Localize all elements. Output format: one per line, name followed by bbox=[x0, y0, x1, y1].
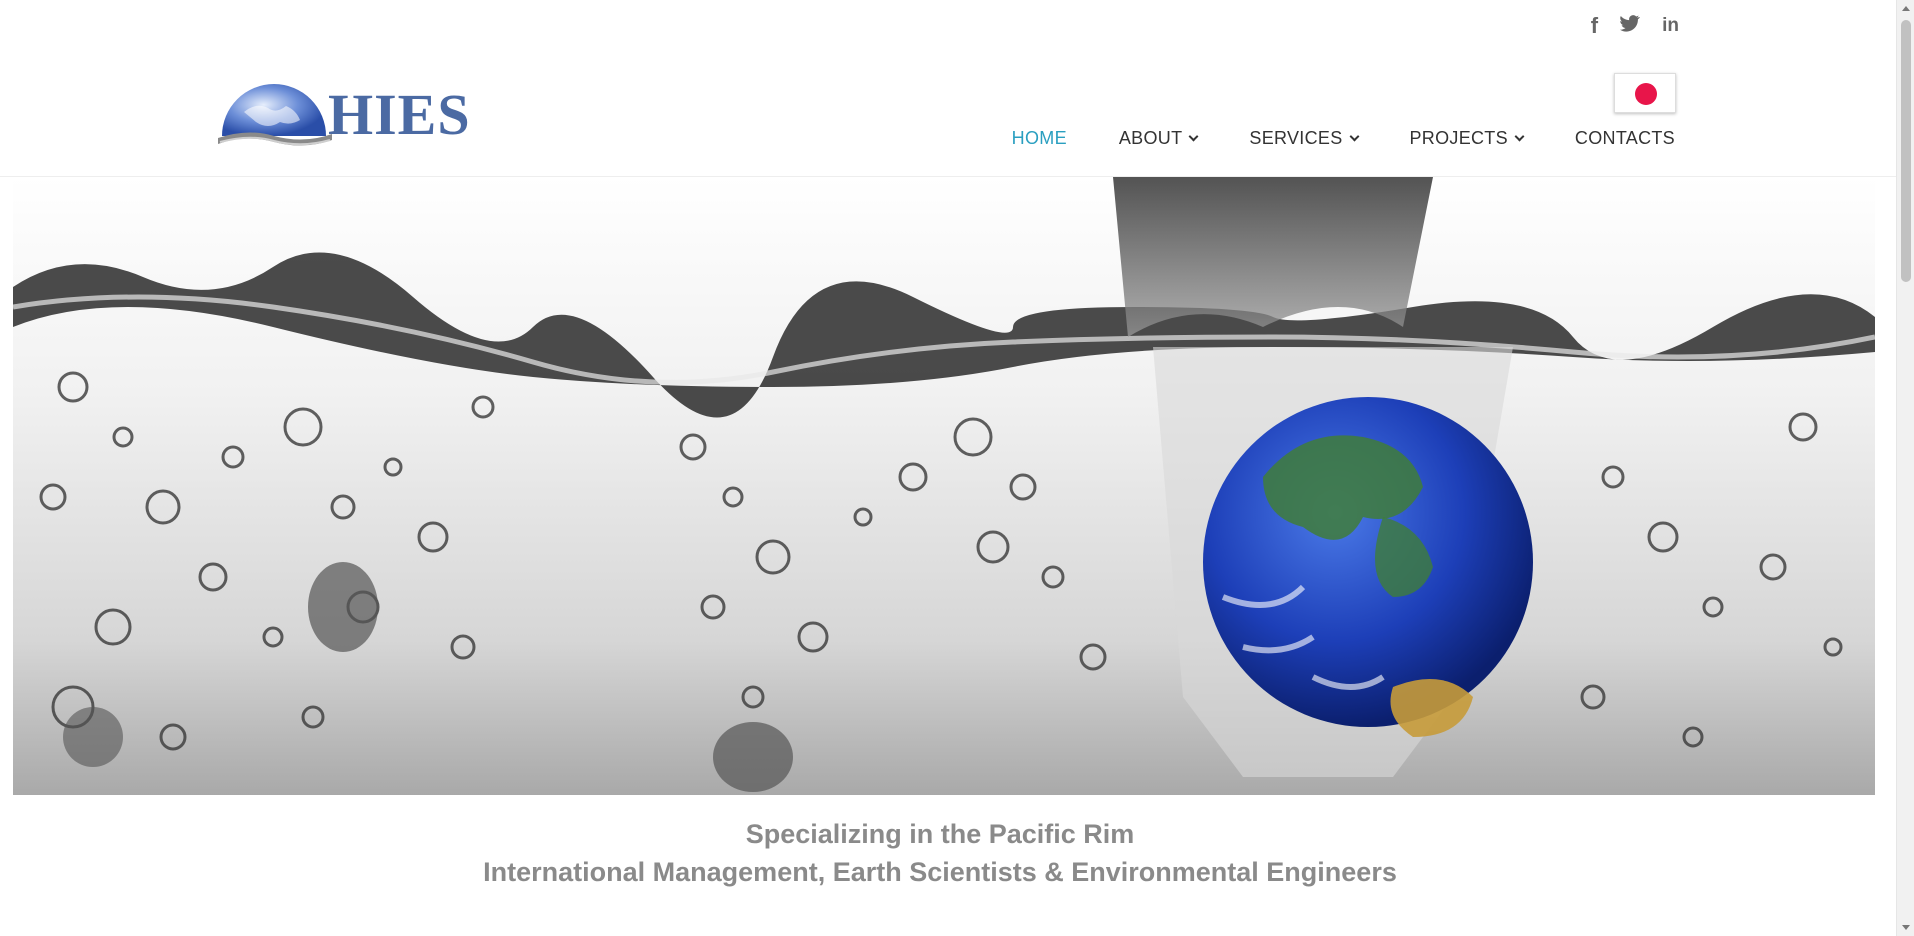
facebook-icon[interactable]: f bbox=[1591, 14, 1598, 38]
tagline: Specializing in the Pacific Rim Internat… bbox=[0, 815, 1880, 891]
scroll-down-arrow-icon[interactable] bbox=[1902, 925, 1910, 930]
nav-about-label: ABOUT bbox=[1118, 128, 1183, 148]
nav-home[interactable]: HOME bbox=[1012, 128, 1067, 149]
page-scrollbar[interactable] bbox=[1896, 0, 1914, 936]
chevron-down-icon bbox=[1514, 131, 1525, 142]
nav-projects[interactable]: PROJECTS bbox=[1409, 128, 1525, 149]
hero-banner-image bbox=[13, 177, 1875, 795]
nav-contacts[interactable]: CONTACTS bbox=[1575, 128, 1675, 149]
nav-contacts-label: CONTACTS bbox=[1574, 128, 1675, 148]
nav-about[interactable]: ABOUT bbox=[1118, 128, 1199, 149]
chevron-down-icon bbox=[1349, 131, 1359, 142]
social-links: f in bbox=[1591, 14, 1679, 38]
japan-flag-icon[interactable] bbox=[1614, 73, 1676, 113]
scrollbar-thumb[interactable] bbox=[1901, 20, 1911, 282]
globe-logo-icon bbox=[218, 84, 332, 146]
nav-services[interactable]: SERVICES bbox=[1249, 128, 1359, 149]
nav-home-label: HOME bbox=[1011, 128, 1067, 148]
nav-services-label: SERVICES bbox=[1249, 128, 1343, 148]
water-splash-globe-illustration bbox=[13, 177, 1875, 792]
tagline-line-1: Specializing in the Pacific Rim bbox=[745, 819, 1135, 849]
linkedin-icon[interactable]: in bbox=[1662, 14, 1679, 38]
twitter-icon[interactable] bbox=[1620, 14, 1641, 38]
tagline-line-2: International Management, Earth Scientis… bbox=[483, 857, 1397, 887]
main-navigation: HOME ABOUT SERVICES PROJECTS CONTACTS bbox=[960, 128, 1675, 149]
logo-text: HIES bbox=[328, 81, 471, 147]
flag-sun bbox=[1635, 83, 1657, 105]
chevron-down-icon bbox=[1188, 131, 1199, 142]
nav-projects-label: PROJECTS bbox=[1409, 128, 1508, 148]
site-logo[interactable]: HIES bbox=[214, 72, 474, 152]
scroll-up-arrow-icon[interactable] bbox=[1902, 6, 1910, 11]
